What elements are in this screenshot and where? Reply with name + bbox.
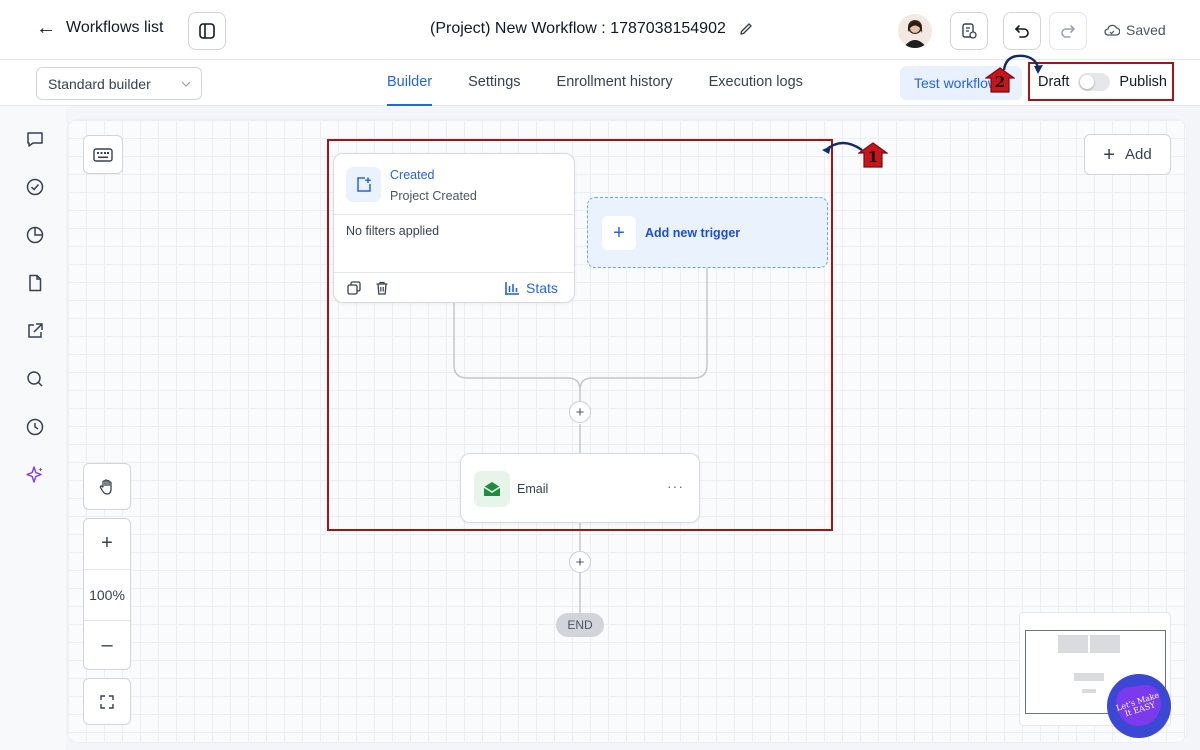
zoom-out-button[interactable]: – (84, 621, 130, 669)
add-step-button[interactable]: + (569, 401, 591, 423)
email-node-label: Email (517, 482, 549, 496)
hand-icon (99, 478, 112, 495)
stats-button[interactable]: Stats (504, 280, 558, 296)
add-new-trigger-label: Add new trigger (645, 226, 741, 240)
trigger-card-header: Created Project Created (334, 154, 574, 215)
trash-icon[interactable] (374, 280, 390, 296)
more-options-icon[interactable]: ··· (667, 478, 684, 494)
expand-icon (100, 694, 114, 709)
trigger-card-footer: Stats (334, 272, 574, 302)
annotation-marker-1: 1 (858, 142, 888, 168)
stats-label: Stats (526, 280, 558, 296)
email-action-node[interactable]: Email ··· (460, 453, 700, 523)
copy-icon[interactable] (346, 280, 362, 296)
annotation-marker-2: 2 (985, 67, 1015, 93)
zoom-in-button[interactable]: + (84, 519, 130, 568)
add-button[interactable]: + Add (1084, 134, 1171, 175)
watermark-logo: Let's Make It EASY (1107, 674, 1171, 738)
trigger-subtitle: Project Created (390, 189, 477, 203)
add-new-trigger-button[interactable]: + Add new trigger (587, 197, 828, 268)
fit-view-button[interactable] (83, 678, 131, 725)
trigger-card[interactable]: Created Project Created No filters appli… (333, 153, 575, 303)
trigger-title: Created (390, 168, 435, 182)
pan-tool-button[interactable] (83, 463, 131, 510)
add-step-button[interactable]: + (569, 551, 591, 573)
end-node: END (556, 613, 604, 637)
zoom-level: 100% (89, 586, 125, 603)
trigger-add-icon (346, 167, 381, 202)
plus-icon: + (1103, 143, 1115, 166)
keyboard-icon (93, 147, 113, 162)
keyboard-shortcuts-button[interactable] (83, 135, 123, 174)
email-icon (474, 471, 510, 507)
annotation-number-1: 1 (867, 148, 879, 166)
bar-chart-icon (505, 282, 519, 295)
annotation-number-2: 2 (994, 73, 1006, 91)
plus-icon: + (602, 216, 636, 250)
trigger-filters: No filters applied (346, 224, 440, 238)
zoom-controls: + 100% – (83, 518, 131, 670)
add-button-label: Add (1124, 146, 1152, 163)
